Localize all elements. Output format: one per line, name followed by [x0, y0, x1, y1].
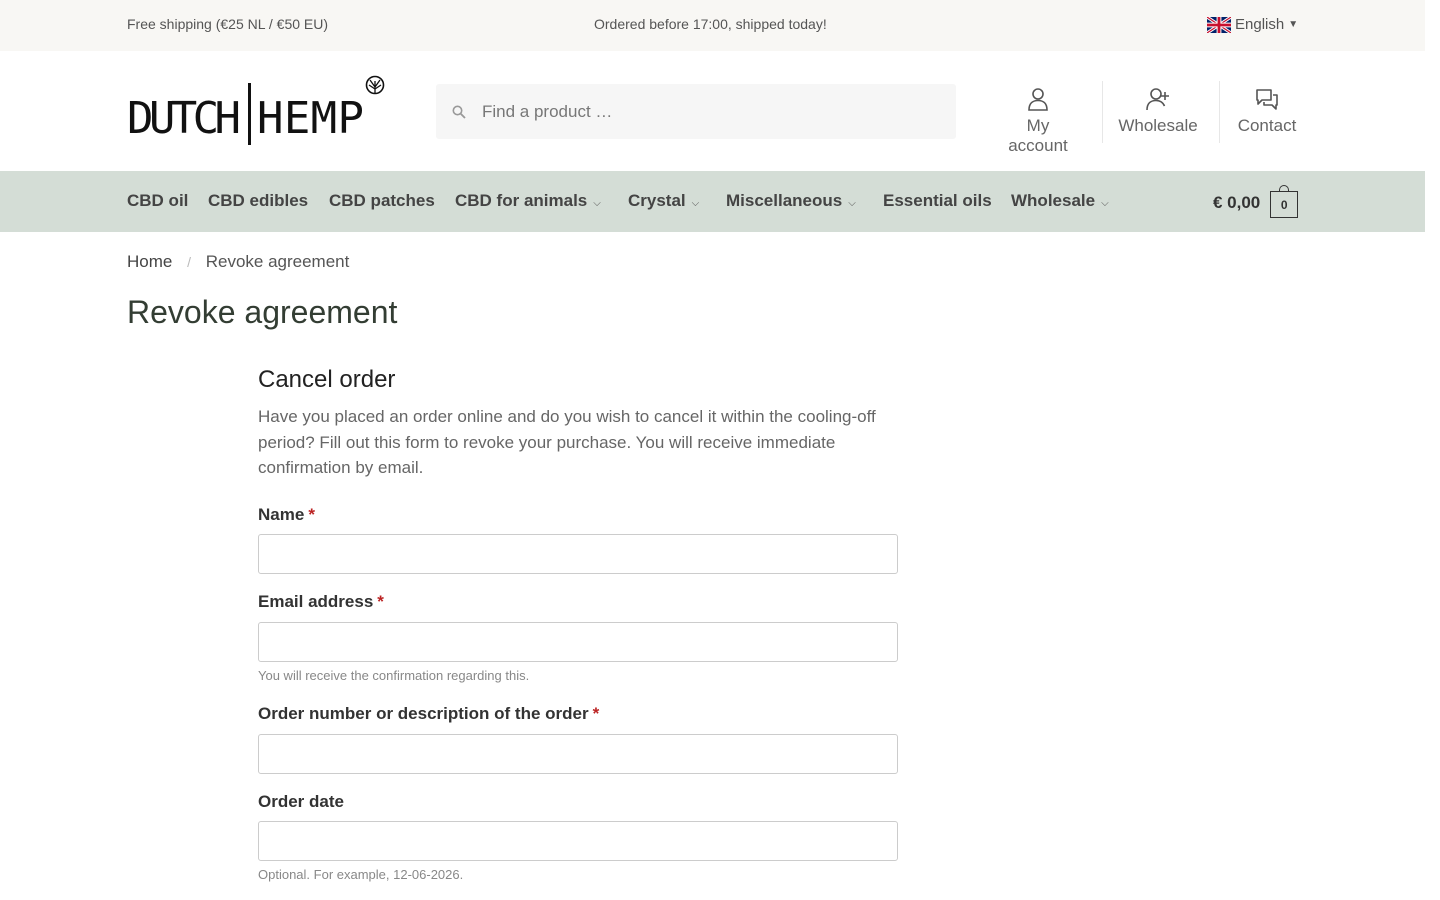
chevron-down-icon: ⌵: [593, 198, 601, 209]
nav-item-label: Miscellaneous: [726, 191, 843, 210]
uk-flag-icon: [1207, 16, 1231, 33]
cart-button[interactable]: € 0,00 0: [1213, 185, 1299, 218]
nav-item-cbd-edibles[interactable]: CBD edibles: [208, 191, 308, 211]
email-label: Email address *: [258, 592, 384, 612]
breadcrumb-separator: /: [187, 254, 191, 270]
nav-item-label: Essential oils: [883, 191, 992, 210]
divider: [1102, 81, 1103, 143]
order-date-label: Order date: [258, 792, 344, 812]
my-account-label: My account: [1008, 116, 1068, 155]
shipping-notice: Free shipping (€25 NL / €50 EU): [127, 16, 329, 32]
nav-item-essential-oils[interactable]: Essential oils: [883, 191, 992, 211]
nav-item-cbd-patches[interactable]: CBD patches: [329, 191, 435, 211]
required-marker: *: [377, 592, 384, 611]
svg-text:HEMP: HEMP: [257, 93, 365, 144]
wholesale-link[interactable]: Wholesale: [1118, 86, 1198, 136]
chevron-down-icon: ⌵: [1101, 198, 1109, 209]
nav-item-label: CBD edibles: [208, 191, 309, 210]
dispatch-notice: Ordered before 17:00, shipped today!: [594, 16, 827, 32]
name-label-text: Name: [258, 505, 305, 524]
nav-item-wholesale[interactable]: Wholesale ⌵: [1011, 191, 1109, 211]
nav-item-miscellaneous[interactable]: Miscellaneous ⌵: [726, 191, 856, 211]
user-plus-icon: [1146, 88, 1169, 111]
order-number-label: Order number or description of the order…: [258, 704, 599, 724]
breadcrumb-home-link[interactable]: Home: [127, 252, 172, 271]
top-info-bar: Free shipping (€25 NL / €50 EU) Ordered …: [0, 0, 1425, 51]
contact-label: Contact: [1237, 116, 1297, 135]
order-date-help-text: Optional. For example, 12-06-2026.: [258, 867, 464, 882]
form-title: Cancel order: [258, 366, 396, 393]
contact-link[interactable]: Contact: [1236, 86, 1298, 136]
required-marker: *: [592, 704, 600, 723]
form-intro: Have you placed an order online and do y…: [258, 407, 876, 477]
order-date-label-text: Order date: [258, 792, 344, 811]
email-field[interactable]: [258, 622, 898, 662]
search-input[interactable]: [480, 100, 924, 123]
chevron-down-icon: ⌵: [848, 198, 856, 209]
order-date-field[interactable]: [258, 821, 898, 861]
search-icon: [452, 105, 466, 119]
site-header: DUTCH HEMP My account Wholesale: [0, 51, 1425, 171]
my-account-link[interactable]: My account: [995, 86, 1081, 156]
language-switcher[interactable]: English ▼: [1207, 16, 1298, 33]
order-number-label-text: Order number or description of the order: [258, 704, 589, 723]
divider: [1219, 81, 1220, 143]
page-title: Revoke agreement: [127, 294, 398, 330]
nav-item-label: CBD oil: [127, 191, 189, 210]
svg-text:DUTCH: DUTCH: [127, 93, 242, 144]
cart-total: € 0,00: [1213, 192, 1261, 212]
chevron-down-icon: ⌵: [691, 198, 700, 209]
dutch-hemp-logo[interactable]: DUTCH HEMP: [127, 75, 387, 149]
email-label-text: Email address: [258, 592, 374, 611]
cart-bag-icon: 0: [1270, 185, 1299, 218]
order-number-field[interactable]: [258, 734, 898, 774]
breadcrumb-current: Revoke agreement: [205, 252, 350, 271]
caret-down-icon: ▼: [1288, 19, 1299, 30]
product-search[interactable]: [436, 84, 956, 139]
nav-item-label: CBD patches: [329, 191, 435, 210]
chat-icon: [1256, 89, 1278, 110]
language-label: English: [1235, 16, 1285, 33]
nav-item-cbd-for-animals[interactable]: CBD for animals ⌵: [455, 191, 601, 211]
cart-count: 0: [1280, 197, 1288, 212]
nav-item-label: Wholesale: [1011, 191, 1096, 210]
nav-item-label: Crystal: [628, 191, 686, 210]
breadcrumb: Home / Revoke agreement: [127, 252, 349, 272]
email-help-text: You will receive the confirmation regard…: [258, 668, 530, 683]
revoke-form: Cancel order Have you placed an order on…: [258, 366, 898, 882]
name-label: Name *: [258, 505, 315, 525]
nav-item-label: CBD for animals: [455, 191, 588, 210]
nav-item-cbd-oil[interactable]: CBD oil: [127, 191, 188, 211]
user-icon: [1028, 88, 1048, 111]
name-field[interactable]: [258, 534, 898, 574]
main-navigation: CBD oil CBD edibles CBD patches CBD for …: [0, 171, 1425, 232]
required-marker: *: [308, 505, 315, 524]
nav-item-crystal[interactable]: Crystal ⌵: [628, 191, 699, 211]
wholesale-label: Wholesale: [1118, 116, 1198, 135]
